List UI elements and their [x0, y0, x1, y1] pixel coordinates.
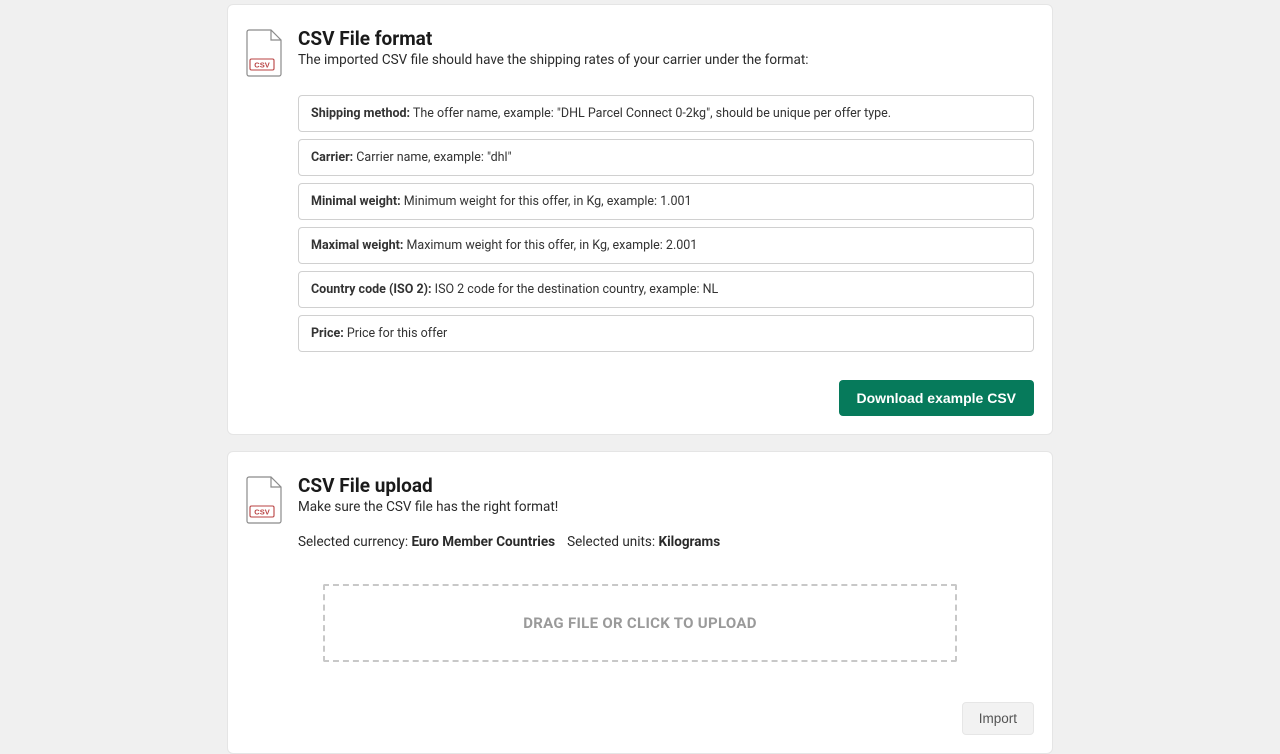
- csv-format-card: CSV CSV File format The imported CSV fil…: [227, 4, 1053, 435]
- upload-header: CSV CSV File upload Make sure the CSV fi…: [246, 474, 1034, 524]
- upload-header-text: CSV File upload Make sure the CSV file h…: [298, 474, 558, 515]
- format-header-text: CSV File format The imported CSV file sh…: [298, 27, 809, 68]
- upload-title: CSV File upload: [298, 474, 558, 497]
- import-button[interactable]: Import: [962, 702, 1034, 735]
- format-title: CSV File format: [298, 27, 809, 50]
- field-minimal-weight: Minimal weight: Minimum weight for this …: [298, 183, 1034, 220]
- units-value: Kilograms: [659, 534, 721, 550]
- csv-file-icon: CSV: [246, 29, 284, 77]
- svg-text:CSV: CSV: [254, 508, 269, 517]
- currency-label: Selected currency:: [298, 534, 411, 550]
- csv-file-icon: CSV: [246, 476, 284, 524]
- currency-value: Euro Member Countries: [411, 534, 555, 550]
- units-label: Selected units:: [567, 534, 658, 550]
- field-maximal-weight: Maximal weight: Maximum weight for this …: [298, 227, 1034, 264]
- format-actions: Download example CSV: [246, 380, 1034, 416]
- field-carrier: Carrier: Carrier name, example: "dhl": [298, 139, 1034, 176]
- file-dropzone[interactable]: Drag file or click to upload: [323, 584, 957, 662]
- upload-actions: Import: [246, 702, 1034, 735]
- download-example-csv-button[interactable]: Download example CSV: [839, 380, 1034, 416]
- field-price: Price: Price for this offer: [298, 315, 1034, 352]
- upload-meta: Selected currency: Euro Member Countries…: [298, 534, 1034, 550]
- svg-text:CSV: CSV: [254, 61, 269, 70]
- field-country-code: Country code (ISO 2): ISO 2 code for the…: [298, 271, 1034, 308]
- format-header: CSV CSV File format The imported CSV fil…: [246, 27, 1034, 77]
- format-fields: Shipping method: The offer name, example…: [298, 95, 1034, 352]
- field-shipping-method: Shipping method: The offer name, example…: [298, 95, 1034, 132]
- dropzone-text: Drag file or click to upload: [523, 614, 757, 632]
- csv-upload-card: CSV CSV File upload Make sure the CSV fi…: [227, 451, 1053, 754]
- format-subtitle: The imported CSV file should have the sh…: [298, 52, 809, 68]
- upload-subtitle: Make sure the CSV file has the right for…: [298, 499, 558, 515]
